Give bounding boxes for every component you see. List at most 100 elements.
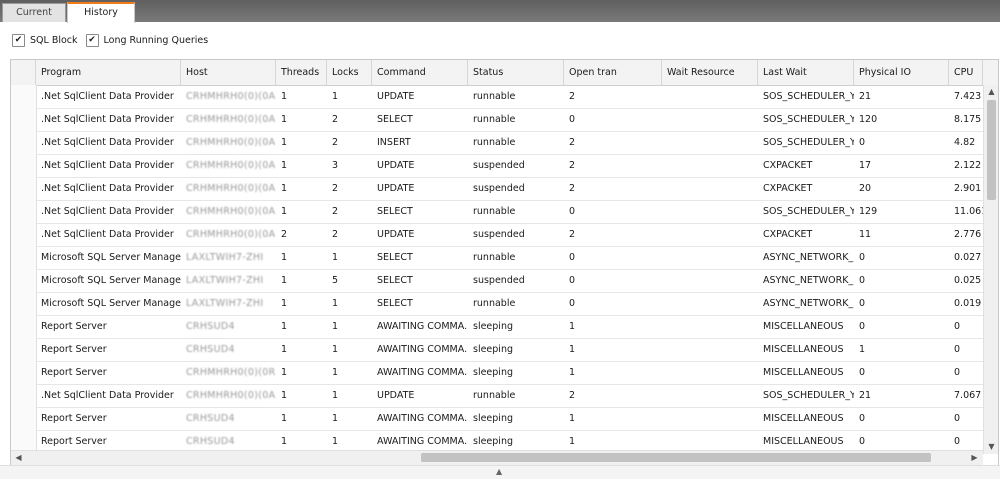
horizontal-scroll-thumb[interactable] — [421, 453, 931, 462]
scroll-down-icon[interactable]: ▼ — [984, 442, 998, 452]
table-row[interactable]: Report Server CRHSUD4 1 1 AWAITING COMMA... s… — [11, 338, 983, 362]
column-header-open-tran[interactable]: Open tran — [564, 60, 662, 85]
cell-wait-resource — [662, 292, 758, 315]
row-header[interactable] — [11, 131, 37, 154]
table-row[interactable]: .Net SqlClient Data Provider CRHMHRH0(0)(… — [11, 108, 983, 132]
cell-locks: 2 — [332, 229, 339, 240]
row-header[interactable] — [11, 85, 37, 108]
row-header[interactable] — [11, 269, 37, 292]
cell-wait-resource — [662, 223, 758, 246]
cell-open-tran: 0 — [569, 252, 576, 263]
row-header[interactable] — [11, 177, 37, 200]
cell-cpu: 0.027 — [954, 252, 982, 263]
table-row[interactable]: .Net SqlClient Data Provider CRHMHRH0(0)(… — [11, 154, 983, 178]
table-row[interactable]: .Net SqlClient Data Provider CRHMHRH0(0)(… — [11, 131, 983, 155]
column-header-program[interactable]: Program — [36, 60, 181, 85]
cell-physical-io: 0 — [859, 413, 866, 424]
table-row[interactable]: Report Server CRHSUD4 1 1 AWAITING COMMA... s… — [11, 315, 983, 339]
cell-cpu: 2.776 — [954, 229, 982, 240]
table-row[interactable]: Report Server CRHSUD4 1 1 AWAITING COMMA... s… — [11, 407, 983, 431]
cell-command: UPDATE — [377, 160, 415, 171]
table-row[interactable]: .Net SqlClient Data Provider CRHMHRH0(0)(… — [11, 200, 983, 224]
cell-open-tran: 2 — [569, 229, 576, 240]
cell-host: CRHMHRH0(0)(0A) — [186, 229, 276, 240]
scroll-up-icon[interactable]: ▲ — [984, 87, 998, 97]
table-row[interactable]: Microsoft SQL Server Manage... LAXLTWIH7-… — [11, 269, 983, 293]
horizontal-scrollbar[interactable]: ◀ ▶ — [11, 450, 983, 465]
row-header[interactable] — [11, 361, 37, 384]
cell-command: SELECT — [377, 206, 413, 217]
column-header-host[interactable]: Host — [181, 60, 276, 85]
row-header[interactable] — [11, 338, 37, 361]
panel-splitter[interactable]: ▲ — [0, 465, 1000, 479]
cell-threads: 1 — [281, 206, 288, 217]
vertical-scroll-thumb[interactable] — [987, 100, 996, 200]
cell-command: AWAITING COMMA... — [377, 413, 468, 424]
cell-status: runnable — [473, 252, 516, 263]
cell-host: LAXLTWIH7-ZHI — [186, 298, 264, 309]
cell-physical-io: 21 — [859, 91, 872, 102]
cell-threads: 1 — [281, 344, 288, 355]
tab-current[interactable]: Current — [2, 3, 66, 22]
cell-status: runnable — [473, 298, 516, 309]
cell-locks: 1 — [332, 344, 339, 355]
row-header[interactable] — [11, 200, 37, 223]
cell-wait-resource — [662, 315, 758, 338]
row-header[interactable] — [11, 315, 37, 338]
cell-status: runnable — [473, 114, 516, 125]
cell-threads: 1 — [281, 413, 288, 424]
cell-command: SELECT — [377, 252, 413, 263]
cell-threads: 1 — [281, 390, 288, 401]
vertical-scrollbar[interactable]: ▲ ▼ — [983, 85, 998, 454]
long-running-queries-checkbox[interactable]: ✔ — [85, 33, 99, 47]
cell-locks: 2 — [332, 206, 339, 217]
cell-command: SELECT — [377, 298, 413, 309]
cell-threads: 1 — [281, 137, 288, 148]
table-row[interactable]: .Net SqlClient Data Provider CRHMHRH0(0)(… — [11, 384, 983, 408]
table-row[interactable]: .Net SqlClient Data Provider CRHMHRH0(0)(… — [11, 177, 983, 201]
row-header[interactable] — [11, 108, 37, 131]
column-header-wait-resource[interactable]: Wait Resource — [662, 60, 758, 85]
scroll-right-icon[interactable]: ▶ — [967, 453, 982, 463]
cell-command: UPDATE — [377, 183, 415, 194]
table-row[interactable]: .Net SqlClient Data Provider CRHMHRH0(0)(… — [11, 85, 983, 109]
chevron-up-icon[interactable]: ▲ — [496, 467, 502, 476]
table-row[interactable]: Report Server CRHMHRH0(0)(0R) 1 1 AWAITING C… — [11, 361, 983, 385]
column-header-command[interactable]: Command — [372, 60, 468, 85]
column-header-physical-io[interactable]: Physical IO — [854, 60, 949, 85]
column-header-threads[interactable]: Threads — [276, 60, 327, 85]
row-header[interactable] — [11, 154, 37, 177]
checkmark-icon: ✔ — [14, 34, 23, 45]
table-row[interactable]: Microsoft SQL Server Manage... LAXLTWIH7-… — [11, 246, 983, 270]
tab-history[interactable]: History — [67, 2, 135, 23]
cell-program: Report Server — [41, 367, 107, 378]
scroll-left-icon[interactable]: ◀ — [11, 453, 26, 463]
cell-threads: 2 — [281, 229, 288, 240]
row-header[interactable] — [11, 407, 37, 430]
cell-open-tran: 2 — [569, 390, 576, 401]
column-header-locks[interactable]: Locks — [327, 60, 372, 85]
table-row[interactable]: .Net SqlClient Data Provider CRHMHRH0(0)(… — [11, 223, 983, 247]
sql-block-checkbox[interactable]: ✔ — [12, 33, 25, 47]
cell-command: AWAITING COMMA... — [377, 321, 468, 332]
cell-wait-resource — [662, 108, 758, 131]
cell-last-wait: SOS_SCHEDULER_Y... — [763, 91, 854, 102]
cell-last-wait: CXPACKET — [763, 229, 813, 240]
cell-program: Report Server — [41, 321, 107, 332]
cell-command: SELECT — [377, 275, 413, 286]
column-header-status[interactable]: Status — [468, 60, 564, 85]
cell-open-tran: 2 — [569, 183, 576, 194]
table-row[interactable]: Microsoft SQL Server Manage... LAXLTWIH7-… — [11, 292, 983, 316]
column-header-cpu[interactable]: CPU — [949, 60, 983, 85]
row-header[interactable] — [11, 292, 37, 315]
column-header-last-wait[interactable]: Last Wait — [758, 60, 854, 85]
cell-open-tran: 1 — [569, 413, 576, 424]
row-header[interactable] — [11, 246, 37, 269]
long-running-queries-label: Long Running Queries — [103, 34, 209, 46]
row-header[interactable] — [11, 223, 37, 246]
cell-cpu: 0 — [954, 321, 961, 332]
tab-bar: Current History — [0, 0, 1000, 23]
row-header[interactable] — [11, 384, 37, 407]
cell-status: sleeping — [473, 413, 513, 424]
cell-cpu: 2.901 — [954, 183, 982, 194]
